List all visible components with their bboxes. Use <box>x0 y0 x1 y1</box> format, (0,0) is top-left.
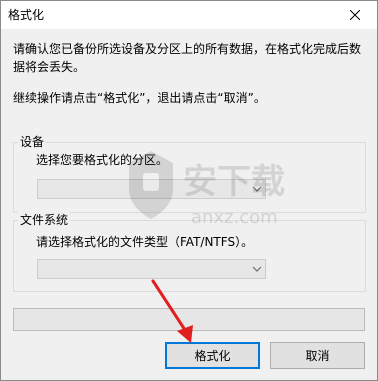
format-progress-bar <box>13 308 365 331</box>
partition-select[interactable] <box>37 179 266 199</box>
format-dialog: 格式化 请确认您已备份所选设备及分区上的所有数据，在格式化完成后数据将会丢失。 … <box>0 0 378 381</box>
chevron-down-icon <box>252 186 262 192</box>
window-title: 格式化 <box>8 8 45 22</box>
device-prompt: 选择您要格式化的分区。 <box>36 153 169 167</box>
format-button[interactable]: 格式化 <box>165 342 260 369</box>
close-icon <box>350 10 360 20</box>
chevron-down-icon <box>252 266 262 272</box>
filesystem-prompt: 请选择格式化的文件类型（FAT/NTFS）。 <box>36 235 254 249</box>
device-group-label: 设备 <box>18 134 47 150</box>
continue-message: 继续操作请点击“格式化”，退出请点击“取消”。 <box>13 91 266 105</box>
device-groupbox: 设备 选择您要格式化的分区。 <box>13 134 366 213</box>
filesystem-groupbox: 文件系统 请选择格式化的文件类型（FAT/NTFS）。 <box>13 212 366 292</box>
warning-message: 请确认您已备份所选设备及分区上的所有数据，在格式化完成后数据将会丢失。 <box>13 42 362 74</box>
filesystem-select[interactable] <box>37 259 266 279</box>
cancel-button[interactable]: 取消 <box>270 342 365 369</box>
title-bar[interactable]: 格式化 <box>1 1 377 29</box>
filesystem-group-label: 文件系统 <box>18 212 71 228</box>
close-button[interactable] <box>333 1 377 29</box>
dialog-content: 请确认您已备份所选设备及分区上的所有数据，在格式化完成后数据将会丢失。 继续操作… <box>1 29 377 380</box>
